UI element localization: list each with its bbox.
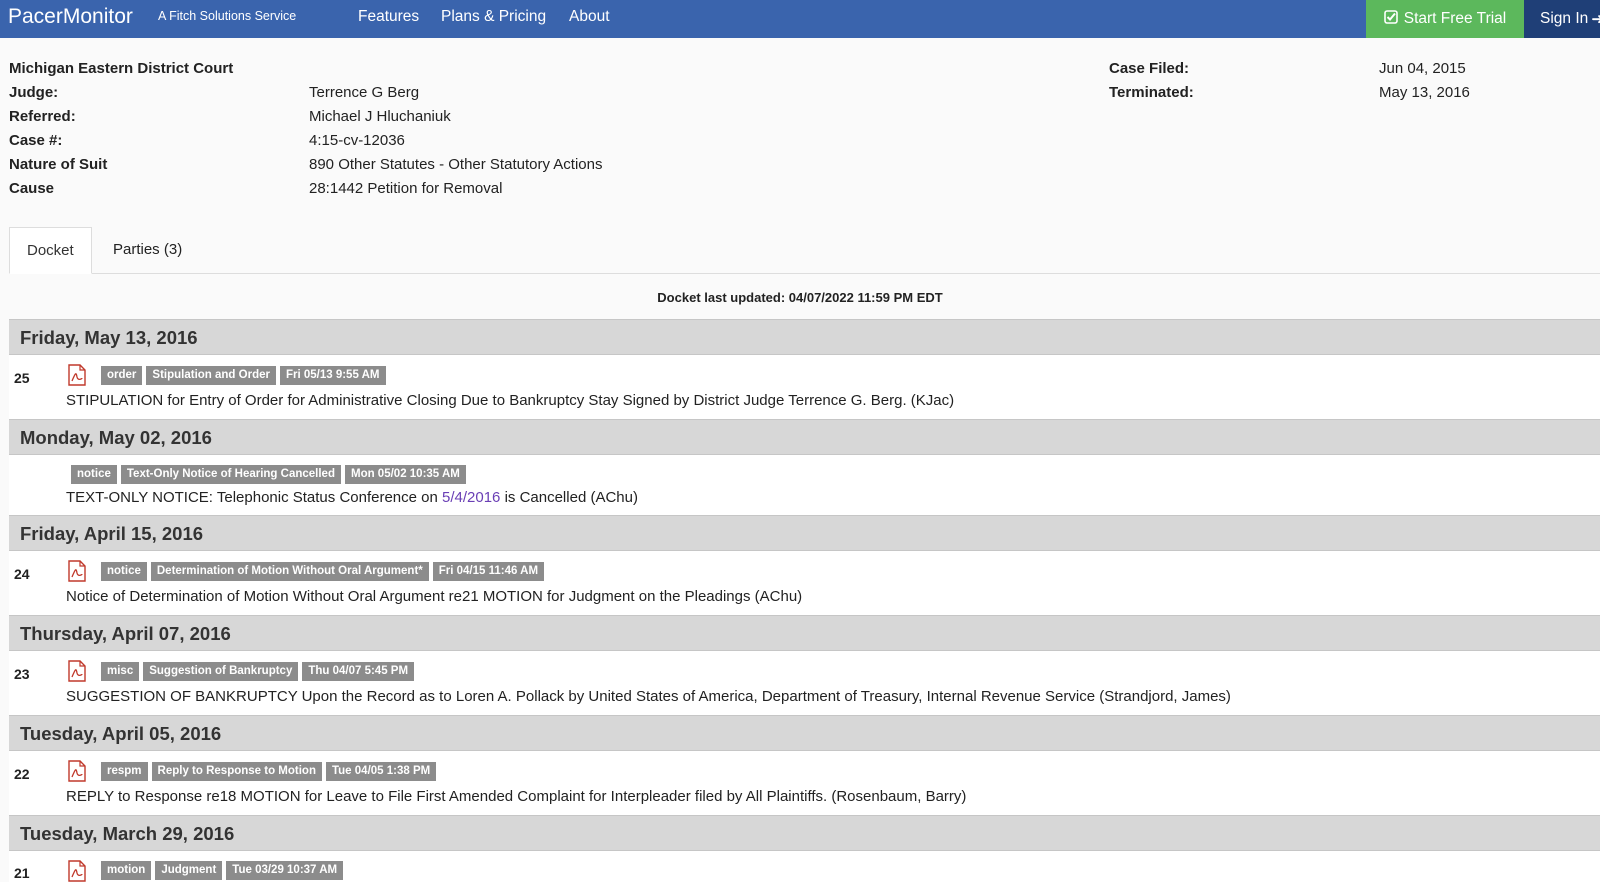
check-square-icon bbox=[1383, 9, 1398, 29]
pdf-icon[interactable] bbox=[67, 860, 87, 882]
entry-number: 21 bbox=[14, 865, 30, 881]
docket-entry: notice Text-Only Notice of Hearing Cance… bbox=[9, 455, 1600, 517]
docket-entry: 25 order Stipulation and Order Fri 05/13… bbox=[9, 355, 1600, 419]
doc-title-badge: Suggestion of Bankruptcy bbox=[143, 662, 299, 681]
doc-title-badge: Text-Only Notice of Hearing Cancelled bbox=[120, 465, 341, 484]
start-free-trial-button[interactable]: Start Free Trial bbox=[1366, 0, 1524, 38]
doc-date-badge: Fri 04/15 11:46 AM bbox=[432, 562, 545, 581]
doc-type-badge: misc bbox=[101, 662, 140, 681]
brand-logo[interactable]: PacerMonitor bbox=[8, 5, 133, 29]
doc-date-badge: Tue 03/29 10:37 AM bbox=[226, 861, 344, 880]
doc-date-badge: Fri 05/13 9:55 AM bbox=[279, 366, 386, 385]
cause-label: Cause bbox=[9, 180, 55, 197]
day-header: Tuesday, April 05, 2016 bbox=[9, 715, 1600, 751]
case-tabs: Docket Parties (3) bbox=[9, 227, 1600, 274]
entry-text: REPLY to Response re18 MOTION for Leave … bbox=[66, 788, 967, 805]
sign-in-button[interactable]: Sign In ➜ bbox=[1524, 0, 1600, 38]
doc-title-badge: Judgment bbox=[155, 861, 223, 880]
entry-number: 24 bbox=[14, 566, 30, 582]
doc-title-badge: Reply to Response to Motion bbox=[151, 762, 322, 781]
pdf-icon[interactable] bbox=[67, 364, 87, 386]
day-header: Monday, May 02, 2016 bbox=[9, 419, 1600, 455]
entry-text: TEXT-ONLY NOTICE: Telephonic Status Conf… bbox=[66, 489, 638, 506]
doc-date-badge: Tue 04/05 1:38 PM bbox=[325, 762, 437, 781]
doc-type-badge: respm bbox=[101, 762, 148, 781]
docket-entry: 23 misc Suggestion of Bankruptcy Thu 04/… bbox=[9, 651, 1600, 715]
referred-label: Referred: bbox=[9, 108, 76, 125]
doc-title-badge: Stipulation and Order bbox=[146, 366, 276, 385]
nav-plans-pricing-link[interactable]: Plans & Pricing bbox=[441, 8, 546, 26]
day-header: Thursday, April 07, 2016 bbox=[9, 615, 1600, 651]
doc-type-badge: notice bbox=[101, 562, 147, 581]
doc-type-badge: notice bbox=[71, 465, 117, 484]
court-name: Michigan Eastern District Court bbox=[9, 60, 234, 77]
brand-tagline: A Fitch Solutions Service bbox=[158, 9, 297, 23]
doc-date-badge: Mon 05/02 10:35 AM bbox=[344, 465, 466, 484]
tab-docket[interactable]: Docket bbox=[9, 227, 92, 274]
terminated-value: May 13, 2016 bbox=[1379, 84, 1470, 101]
entry-text: STIPULATION for Entry of Order for Admin… bbox=[66, 392, 955, 409]
entry-number: 22 bbox=[14, 766, 30, 782]
case-filed-value: Jun 04, 2015 bbox=[1379, 60, 1466, 77]
entry-text: Notice of Determination of Motion Withou… bbox=[66, 588, 803, 605]
day-header: Tuesday, March 29, 2016 bbox=[9, 815, 1600, 851]
entry-number: 23 bbox=[14, 666, 30, 682]
date-link[interactable]: 5/4/2016 bbox=[442, 489, 500, 506]
tab-parties[interactable]: Parties (3) bbox=[113, 227, 182, 273]
judge-label: Judge: bbox=[9, 84, 59, 101]
nature-of-suit-value: 890 Other Statutes - Other Statutory Act… bbox=[309, 156, 603, 173]
doc-type-badge: motion bbox=[101, 861, 152, 880]
nav-about-link[interactable]: About bbox=[569, 8, 610, 26]
entry-text-part: TEXT-ONLY NOTICE: Telephonic Status Conf… bbox=[66, 489, 443, 506]
entry-number: 25 bbox=[14, 370, 30, 386]
referred-value: Michael J Hluchaniuk bbox=[309, 108, 451, 125]
case-number-value: 4:15-cv-12036 bbox=[309, 132, 405, 149]
start-free-trial-label: Start Free Trial bbox=[1403, 10, 1507, 27]
sign-in-icon: ➜ bbox=[1591, 10, 1600, 28]
docket-entry: 24 notice Determination of Motion Withou… bbox=[9, 551, 1600, 615]
pdf-icon[interactable] bbox=[67, 660, 87, 682]
day-header: Friday, May 13, 2016 bbox=[9, 319, 1600, 355]
case-number-label: Case #: bbox=[9, 132, 63, 149]
docket-entry: 21 motion Judgment Tue 03/29 10:37 AM bbox=[9, 851, 1600, 882]
cause-value: 28:1442 Petition for Removal bbox=[309, 180, 503, 197]
docket-entry: 22 respm Reply to Response to Motion Tue… bbox=[9, 751, 1600, 815]
judge-value: Terrence G Berg bbox=[309, 84, 420, 101]
case-filed-label: Case Filed: bbox=[1109, 60, 1190, 77]
doc-title-badge: Determination of Motion Without Oral Arg… bbox=[150, 562, 429, 581]
doc-date-badge: Thu 04/07 5:45 PM bbox=[302, 662, 415, 681]
terminated-label: Terminated: bbox=[1109, 84, 1194, 101]
nature-of-suit-label: Nature of Suit bbox=[9, 156, 108, 173]
sign-in-label: Sign In bbox=[1540, 10, 1589, 27]
entry-text-part: is Cancelled (AChu) bbox=[500, 489, 638, 506]
doc-type-badge: order bbox=[101, 366, 143, 385]
entry-text: SUGGESTION OF BANKRUPTCY Upon the Record… bbox=[66, 688, 1231, 705]
top-navbar: PacerMonitor A Fitch Solutions Service F… bbox=[0, 0, 1600, 38]
nav-features-link[interactable]: Features bbox=[358, 8, 419, 26]
day-header: Friday, April 15, 2016 bbox=[9, 515, 1600, 551]
docket-updated-text: Docket last updated: 04/07/2022 11:59 PM… bbox=[657, 290, 943, 305]
pdf-icon[interactable] bbox=[67, 760, 87, 782]
pdf-icon[interactable] bbox=[67, 560, 87, 582]
